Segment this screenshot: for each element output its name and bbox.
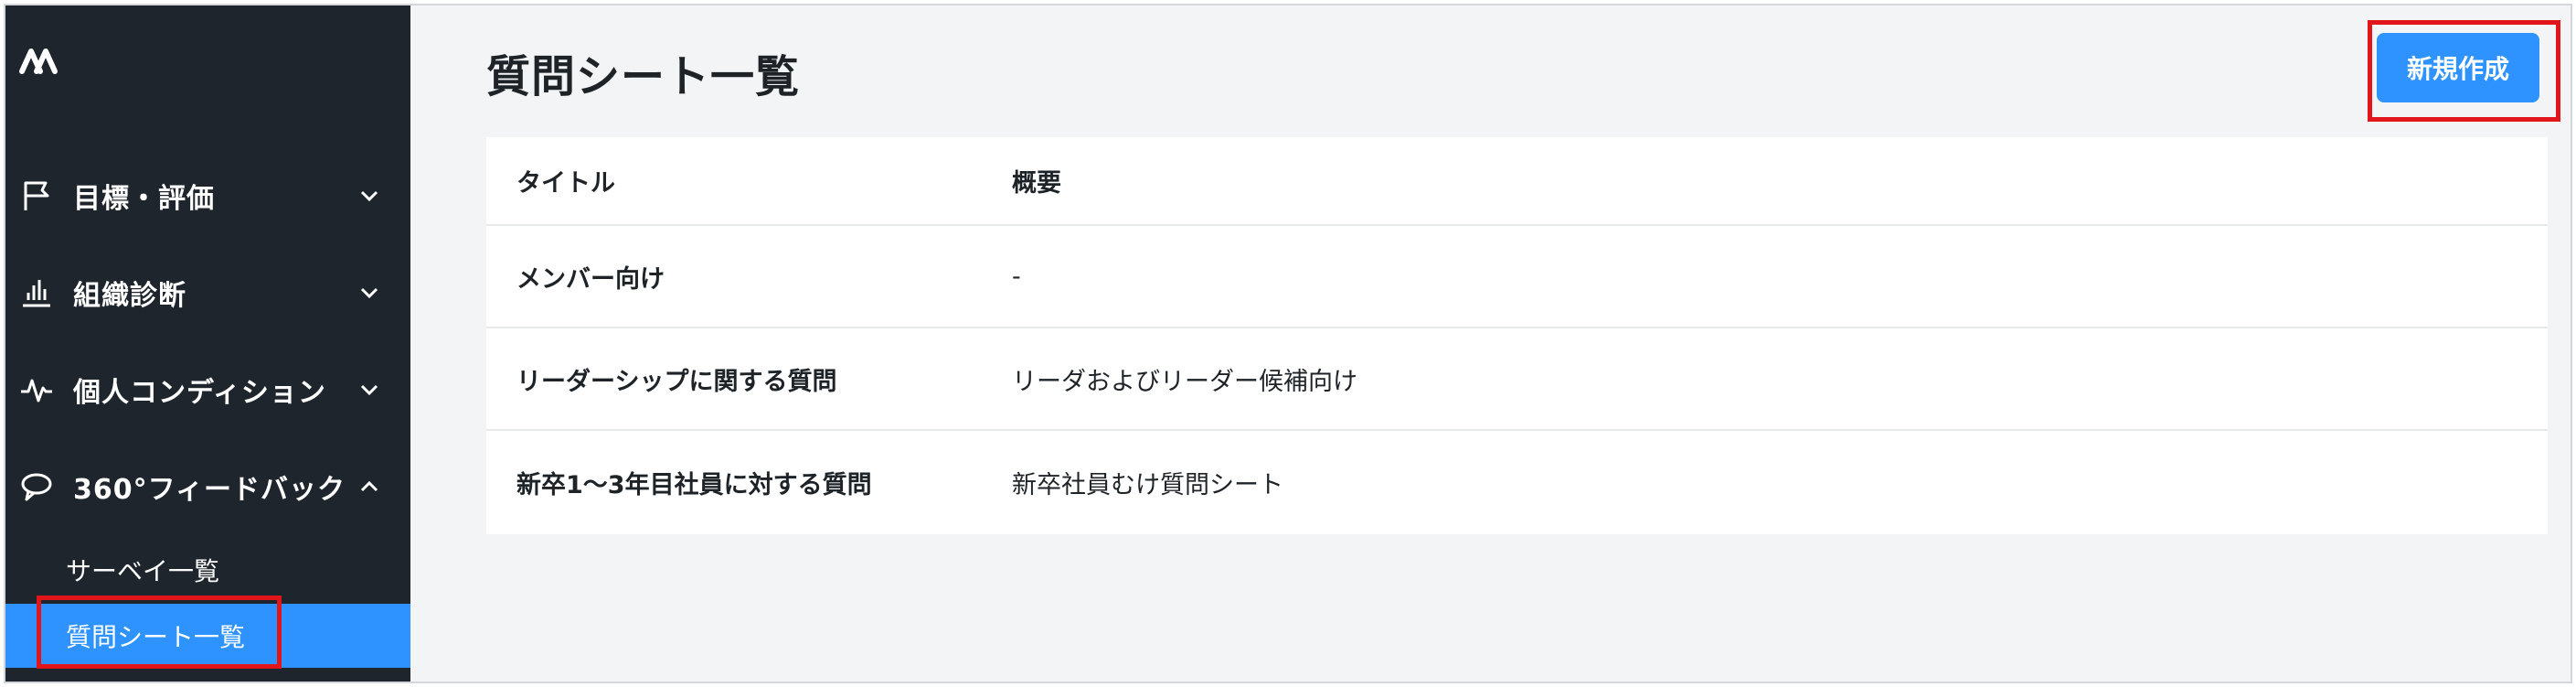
row-summary: リーダおよびリーダー候補向け (1012, 367, 1357, 396)
table-row[interactable]: 新卒1〜3年目社員に対する質問 新卒社員むけ質問シート (486, 431, 2548, 534)
nav-label: 組織診断 (73, 280, 186, 312)
chevron-down-icon[interactable] (354, 374, 385, 405)
nav-label: 目標・評価 (73, 183, 215, 215)
new-button[interactable]: 新規作成 (2377, 33, 2539, 102)
chevron-down-icon[interactable] (354, 277, 385, 308)
row-summary: 新卒社員むけ質問シート (1012, 471, 1283, 499)
sub-item-question-sheet-list[interactable]: 質問シート一覧 (5, 604, 410, 668)
column-header-summary: 概要 (1012, 169, 1061, 198)
chevron-down-icon[interactable] (354, 180, 385, 211)
nav-label: 360°フィードバック (73, 474, 346, 506)
sidebar: 目標・評価 組織診断 個人コンディション 360°フィードバック サーベイ一覧 … (5, 5, 410, 682)
logo[interactable] (18, 44, 62, 82)
table-row[interactable]: リーダーシップに関する質問 リーダおよびリーダー候補向け (486, 328, 2548, 431)
sub-item-survey-list[interactable]: サーベイ一覧 (5, 538, 410, 602)
nav-item-360-feedback[interactable]: 360°フィードバック (5, 455, 410, 519)
sub-item-label: サーベイ一覧 (66, 556, 220, 586)
flag-icon (18, 177, 55, 214)
app-window: 目標・評価 組織診断 個人コンディション 360°フィードバック サーベイ一覧 … (4, 4, 2572, 683)
column-header-title: タイトル (516, 169, 615, 198)
row-summary: - (1012, 262, 1021, 291)
feedback-loop-icon (18, 468, 55, 505)
page-title: 質問シート一覧 (486, 51, 801, 102)
pulse-icon (18, 371, 55, 408)
table-header-row: タイトル 概要 (486, 137, 2548, 226)
row-title[interactable]: メンバー向け (516, 259, 665, 295)
nav-item-personal-condition[interactable]: 個人コンディション (5, 358, 410, 422)
main-content: 質問シート一覧 新規作成 タイトル 概要 メンバー向け - リーダーシップに関す… (410, 5, 2571, 682)
nav-item-goals[interactable]: 目標・評価 (5, 164, 410, 228)
nav-label: 個人コンディション (73, 377, 326, 409)
question-sheet-table: タイトル 概要 メンバー向け - リーダーシップに関する質問 リーダおよびリーダ… (486, 137, 2548, 534)
table-row[interactable]: メンバー向け - (486, 226, 2548, 328)
nav-item-org-diagnosis[interactable]: 組織診断 (5, 261, 410, 325)
bar-chart-icon (18, 274, 55, 311)
sub-item-label: 質問シート一覧 (66, 622, 246, 652)
chevron-up-icon[interactable] (354, 471, 385, 502)
row-title[interactable]: リーダーシップに関する質問 (516, 361, 836, 397)
row-title[interactable]: 新卒1〜3年目社員に対する質問 (516, 465, 872, 500)
